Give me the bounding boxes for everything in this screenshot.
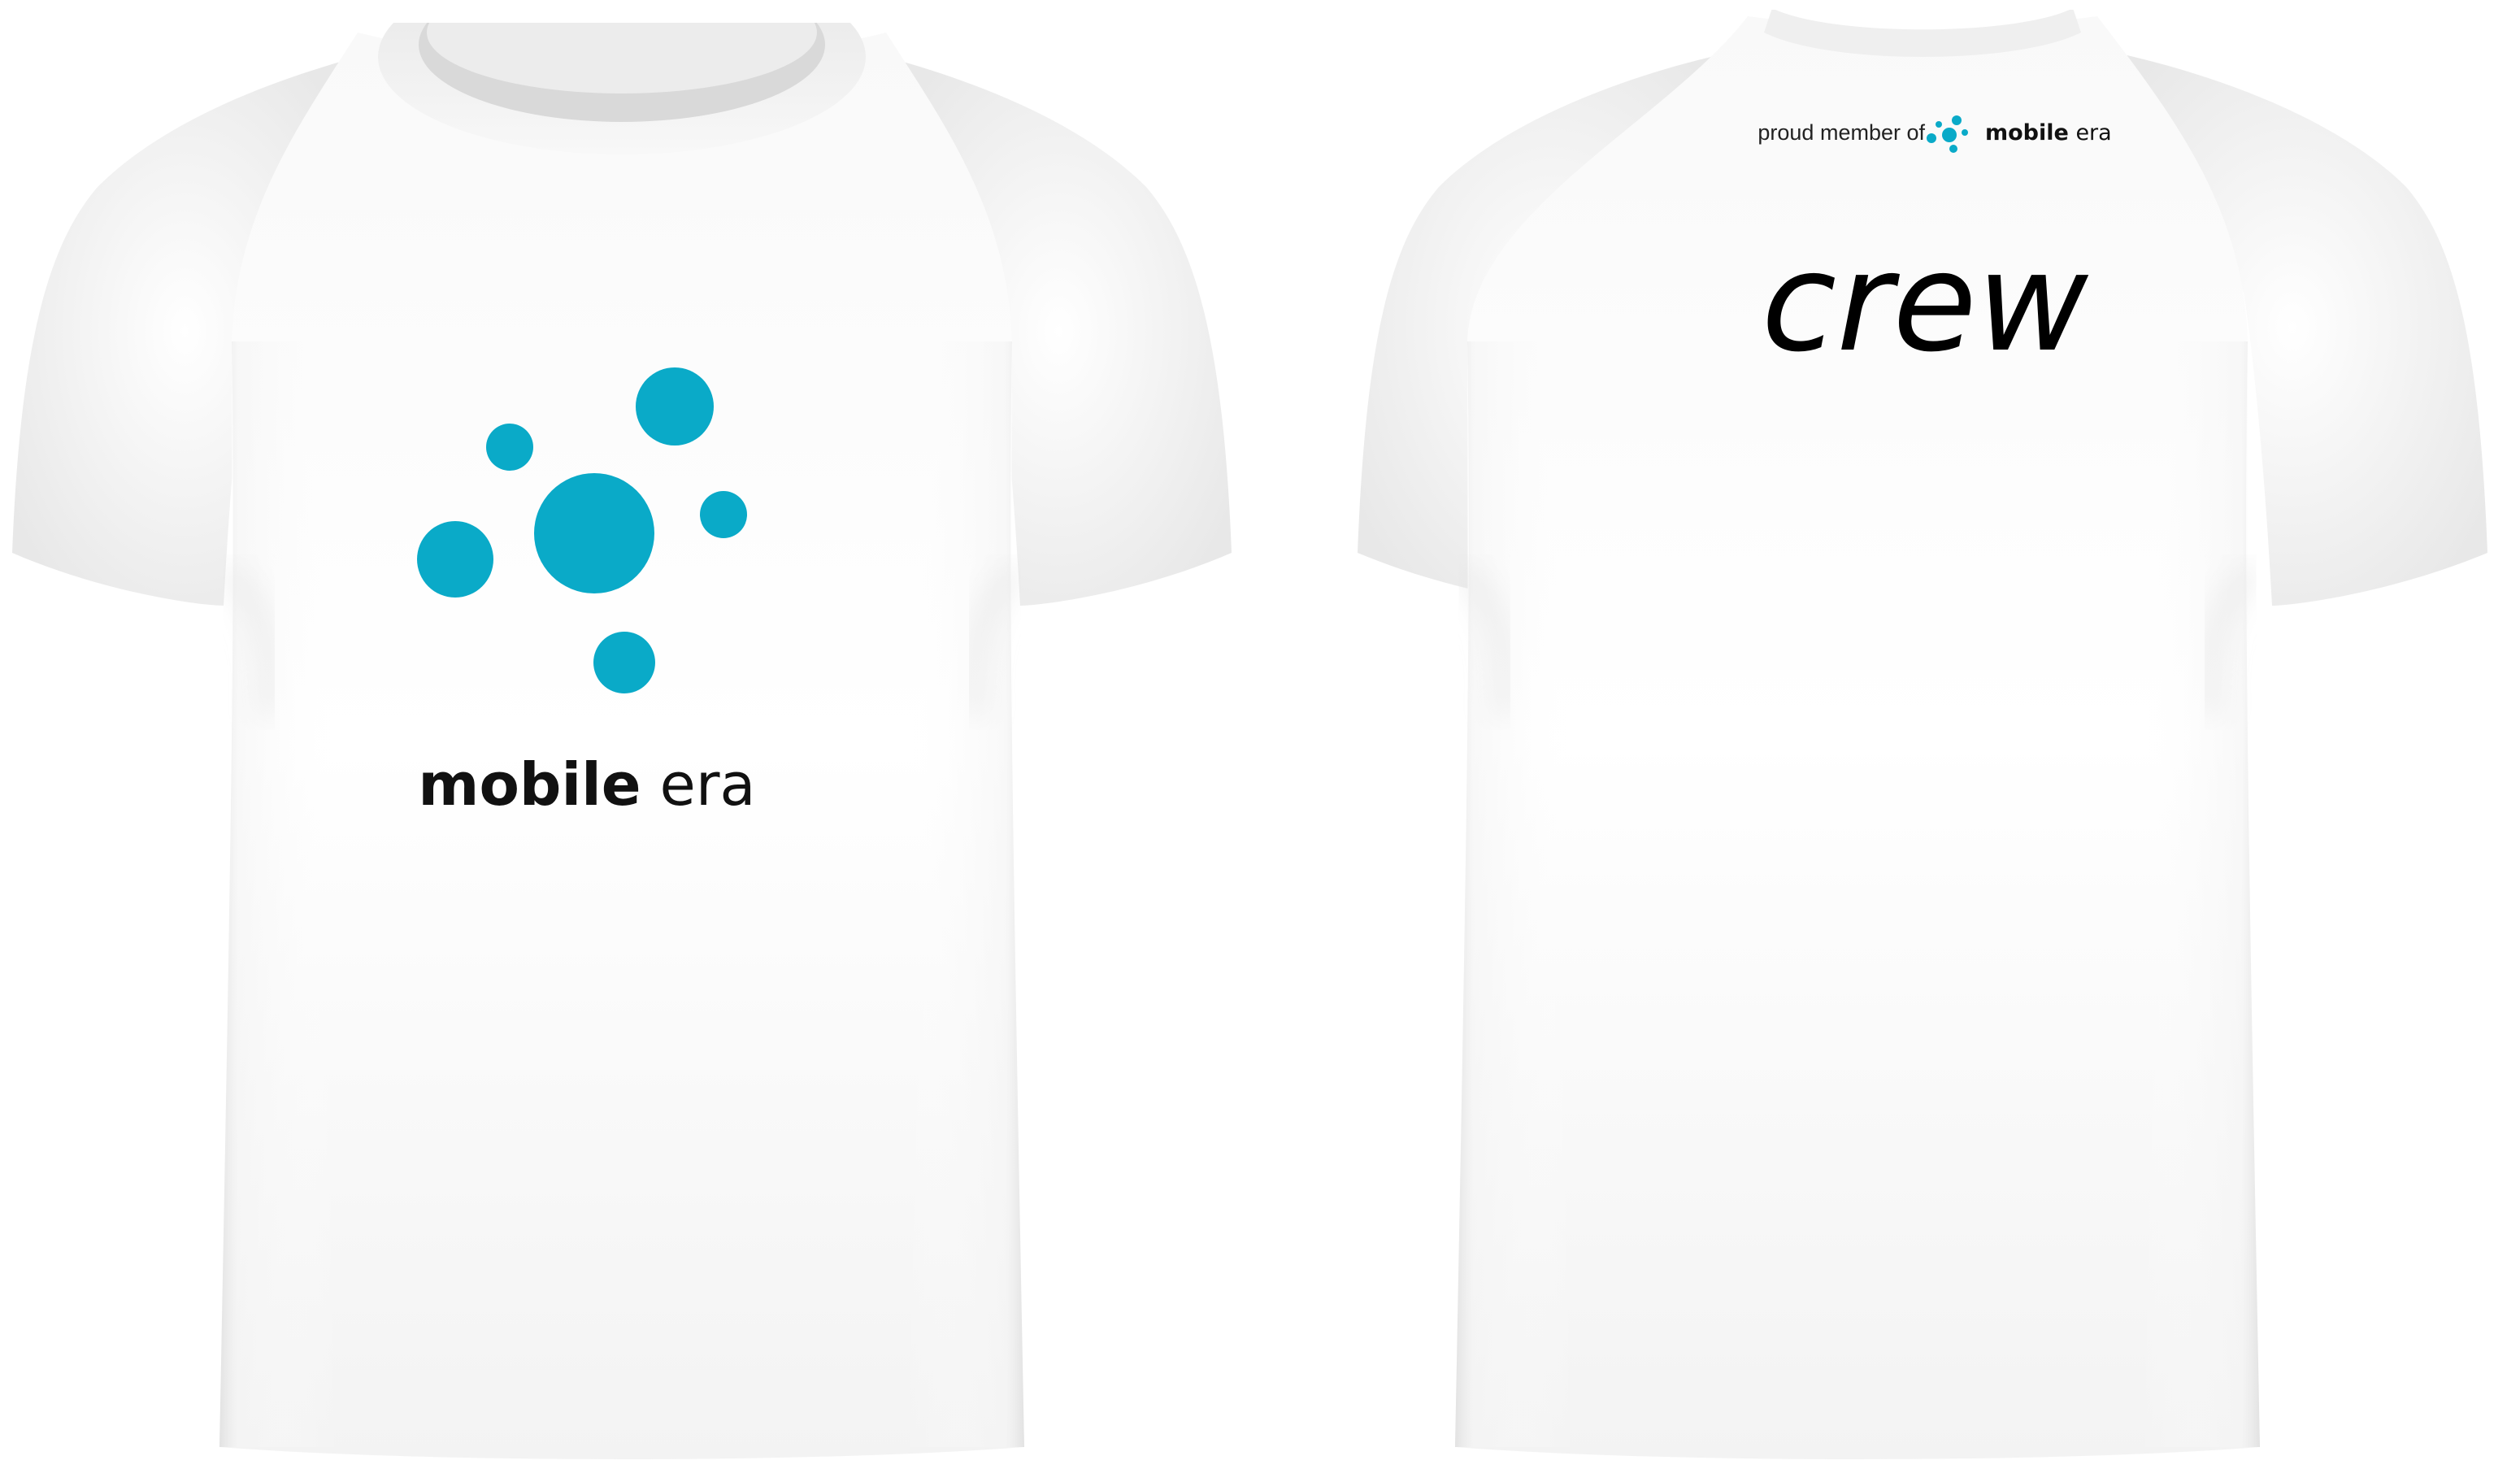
tagline-wordmark-bold: mobile (1985, 120, 2069, 146)
front-body (219, 33, 1024, 1459)
front-wordmark: mobile era (418, 750, 755, 819)
tagline-prefix: proud member of (1757, 120, 1925, 145)
front-wordmark-regular: era (660, 750, 756, 819)
tagline-wordmark-regular: era (2075, 120, 2111, 146)
tshirt-mockup: mobile era proud member of mobile era cr… (0, 0, 2520, 1459)
back-shirt: proud member of mobile era crew (1268, 0, 2520, 1459)
front-shirt: mobile era (0, 0, 1268, 1459)
front-wordmark-bold: mobile (418, 750, 641, 819)
back-title: crew (1762, 223, 2089, 382)
tagline-wordmark: mobile era (1985, 120, 2112, 146)
